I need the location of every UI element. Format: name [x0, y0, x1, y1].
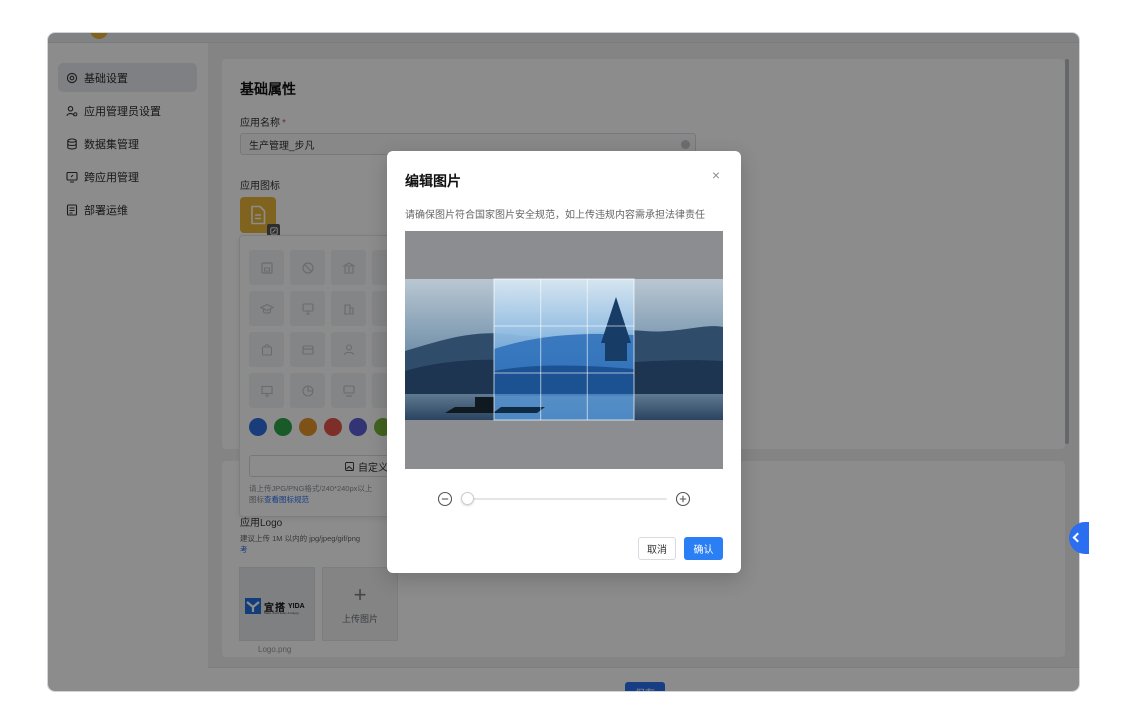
crop-image [405, 231, 723, 469]
cancel-button[interactable]: 取消 [638, 537, 676, 560]
zoom-slider-thumb[interactable] [461, 492, 474, 505]
close-icon[interactable]: × [709, 168, 723, 182]
dialog-description: 请确保图片符合国家图片安全规范，如上传违规内容需承担法律责任 [405, 210, 705, 221]
image-crop-area[interactable] [405, 231, 723, 469]
zoom-out-icon[interactable] [437, 491, 453, 507]
zoom-in-icon[interactable] [675, 491, 691, 507]
zoom-slider-track[interactable] [461, 498, 667, 500]
edit-image-dialog: 编辑图片 × 请确保图片符合国家图片安全规范，如上传违规内容需承担法律责任 取消… [387, 151, 741, 573]
dialog-title: 编辑图片 [405, 173, 461, 189]
confirm-button[interactable]: 确认 [684, 537, 723, 560]
zoom-control [437, 489, 693, 509]
